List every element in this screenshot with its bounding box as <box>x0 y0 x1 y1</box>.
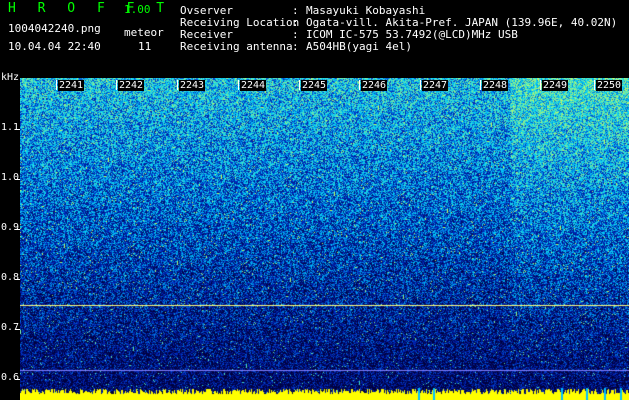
time-label: 2245 <box>301 80 328 91</box>
y-tick-label: 1.0 <box>1 172 20 183</box>
y-tick-label: 0.8 <box>1 272 20 283</box>
filename: 1004042240.png <box>8 22 101 35</box>
info-colon: : <box>292 40 299 53</box>
time-label: 2244 <box>240 80 267 91</box>
time-tick <box>480 80 481 90</box>
time-tick <box>177 80 178 90</box>
time-tick <box>594 80 595 90</box>
time-label: 2249 <box>542 80 569 91</box>
time-label: 2248 <box>482 80 509 91</box>
time-label: 2247 <box>422 80 449 91</box>
time-tick <box>359 80 360 90</box>
time-tick <box>238 80 239 90</box>
info-antenna: Receiving antenna: A504HB(yagi 4el) <box>180 40 412 53</box>
time-tick <box>299 80 300 90</box>
y-tick-label: 1.1 <box>1 122 20 133</box>
y-tick-label: 0.6 <box>1 372 20 383</box>
spectrogram <box>20 78 629 400</box>
y-tick-label: 0.7 <box>1 322 20 333</box>
time-label: 2243 <box>179 80 206 91</box>
app-version: 1.00 <box>124 3 151 16</box>
y-tick-label: 0.9 <box>1 222 20 233</box>
spectrogram-canvas <box>20 78 629 400</box>
time-label: 2242 <box>118 80 145 91</box>
time-label: 2241 <box>58 80 85 91</box>
datetime: 10.04.04 22:40 <box>8 40 101 53</box>
time-tick <box>540 80 541 90</box>
y-axis: 1.1 1.0 0.9 0.8 0.7 0.6 <box>0 78 20 400</box>
time-label: 2246 <box>361 80 388 91</box>
time-tick <box>56 80 57 90</box>
hroftt-window: H R O F F T 1.00 1004042240.png meteor 1… <box>0 0 629 400</box>
info-key: Receiving antenna <box>180 40 293 53</box>
meteor-count: 11 <box>138 40 152 53</box>
time-label: 2250 <box>596 80 623 91</box>
time-tick <box>116 80 117 90</box>
meteor-label: meteor <box>124 26 164 39</box>
time-tick <box>420 80 421 90</box>
info-value: A504HB(yagi 4el) <box>306 40 412 53</box>
